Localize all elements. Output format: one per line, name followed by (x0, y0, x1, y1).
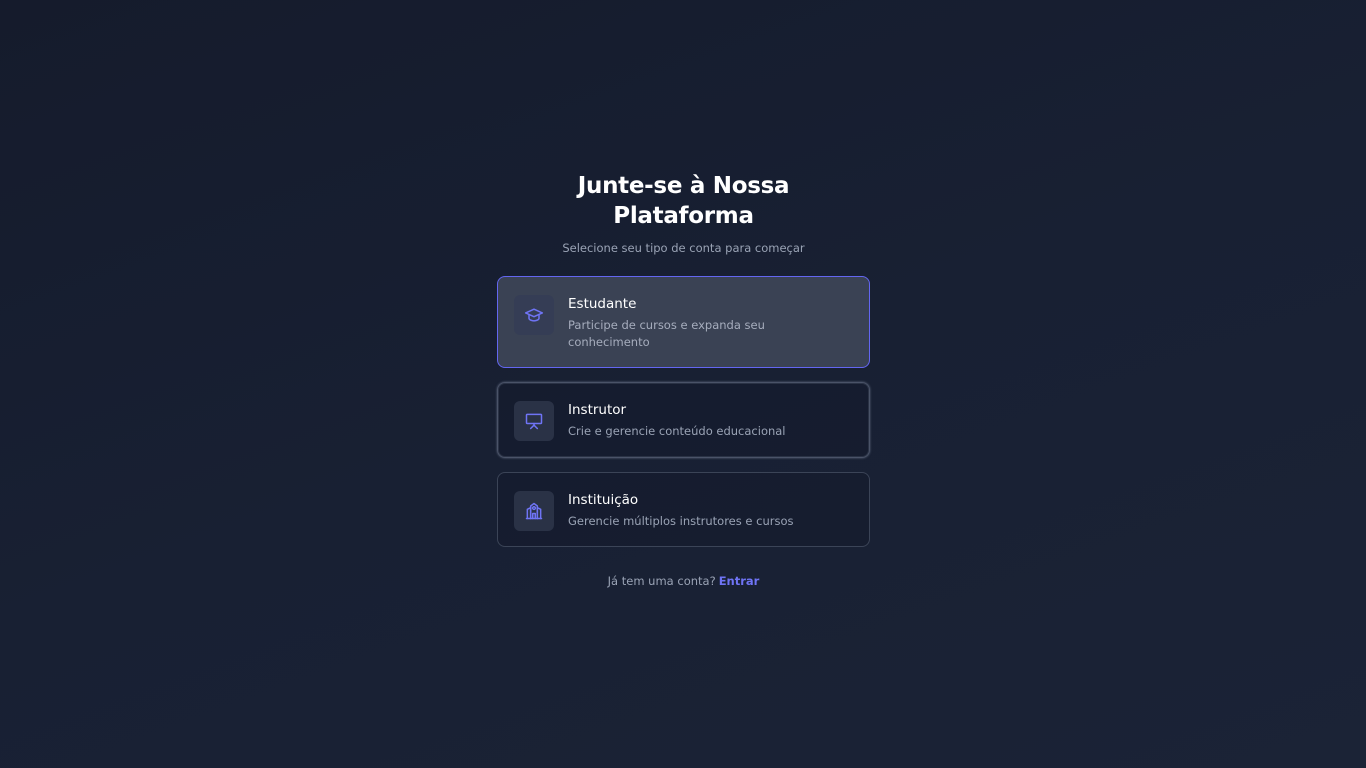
page-title: Junte-se à Nossa Plataforma (577, 173, 790, 229)
account-type-description: Participe de cursos e expanda seu conhec… (568, 318, 765, 349)
account-type-student-card[interactable]: Estudante Participe de cursos e expanda … (497, 276, 870, 368)
account-type-instructor-card[interactable]: Instrutor Crie e gerencie conteúdo educa… (497, 382, 870, 458)
account-type-institution-card[interactable]: Instituição Gerencie múltiplos instrutor… (497, 472, 870, 547)
account-type-title: Estudante (568, 296, 637, 312)
page-subtitle: Selecione seu tipo de conta para começar (562, 241, 805, 255)
account-type-title: Instituição (568, 492, 639, 508)
signup-container: Junte-se à Nossa Plataforma Selecione se… (497, 171, 870, 588)
graduation-cap-icon (514, 295, 554, 335)
school-building-icon (514, 491, 554, 531)
login-prompt: Já tem uma conta? Entrar (497, 574, 870, 588)
account-type-list: Estudante Participe de cursos e expanda … (497, 276, 870, 547)
presentation-board-icon (514, 401, 554, 441)
login-link[interactable]: Entrar (719, 574, 760, 588)
account-type-description: Gerencie múltiplos instrutores e cursos (568, 514, 794, 528)
account-type-title: Instrutor (568, 402, 627, 418)
login-prompt-text: Já tem uma conta? (607, 574, 716, 588)
account-type-description: Crie e gerencie conteúdo educacional (568, 424, 786, 438)
